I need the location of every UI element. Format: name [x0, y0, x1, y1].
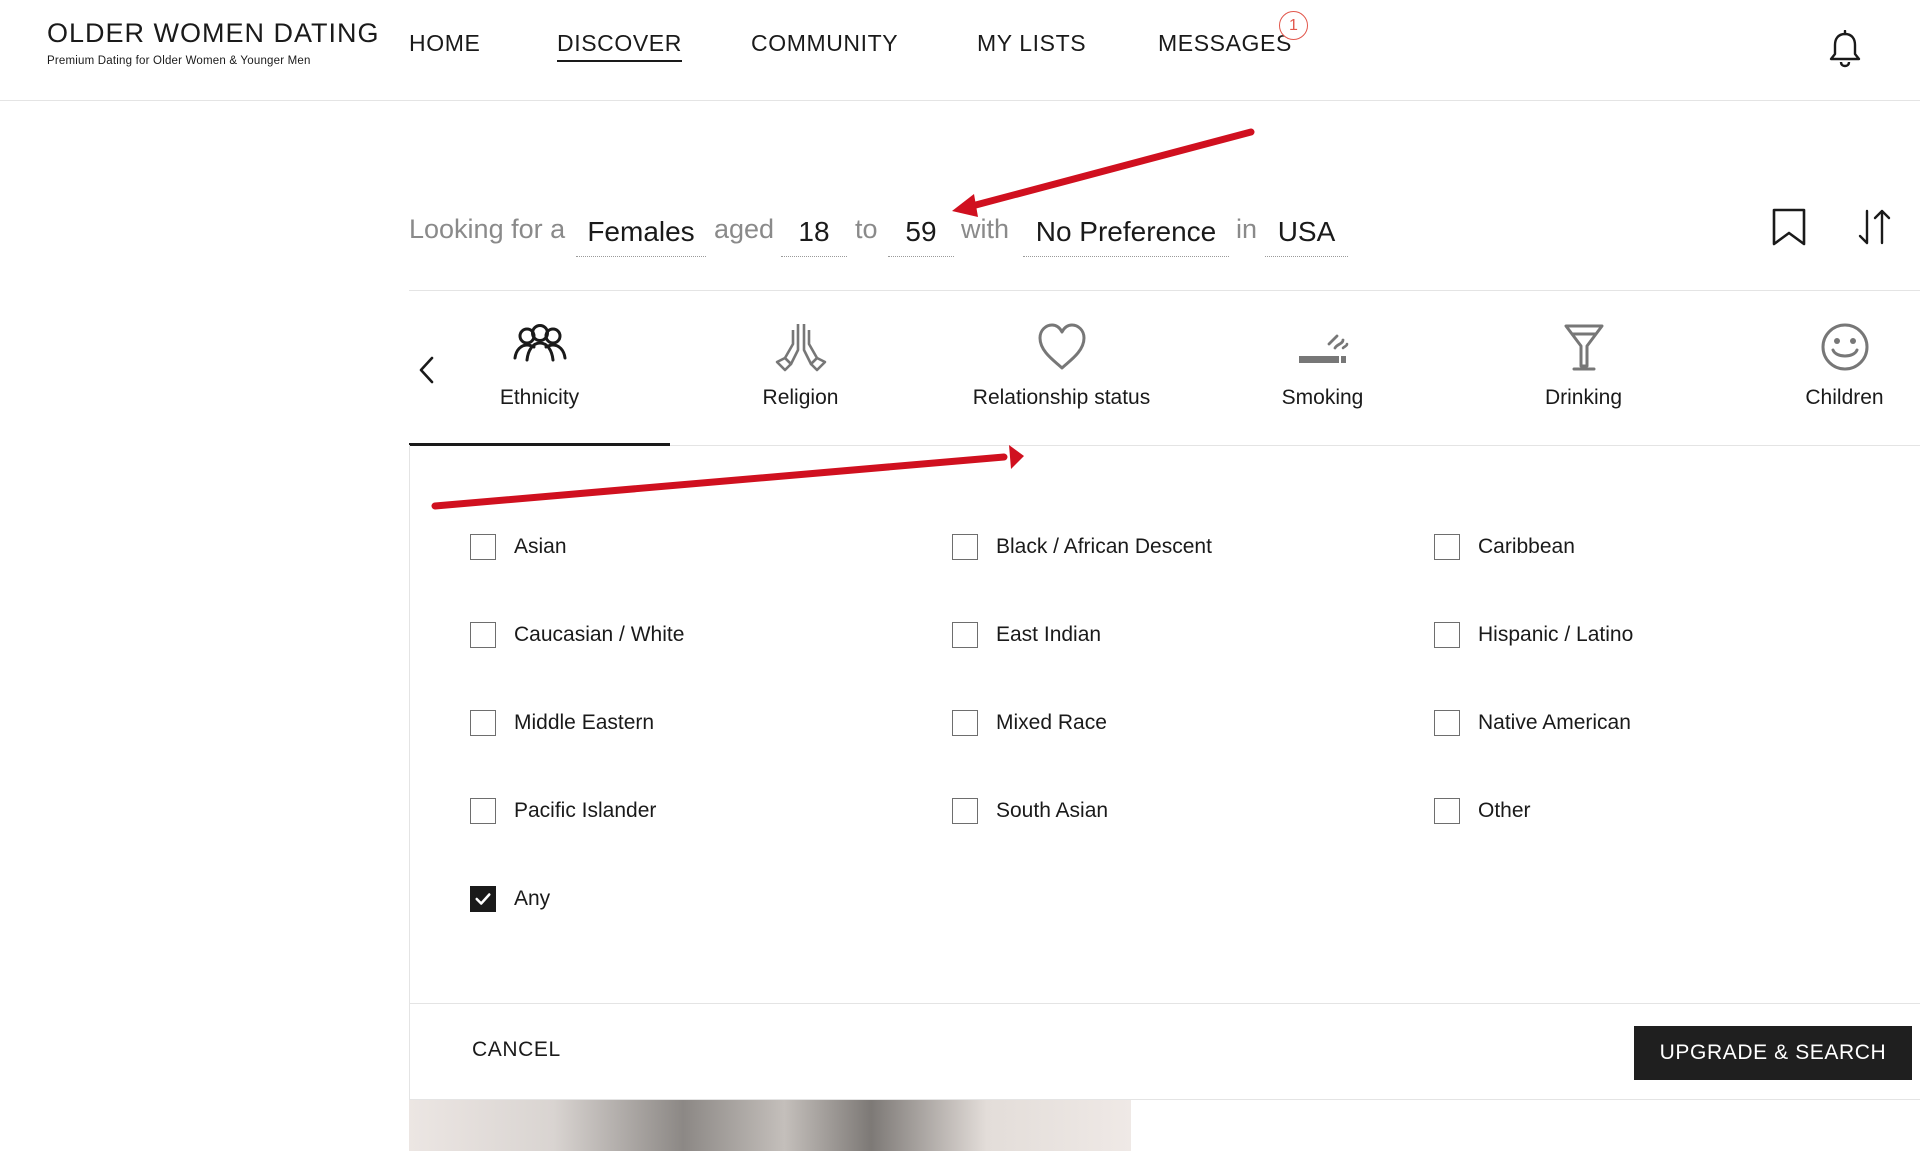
option-south-asian[interactable]: South Asian — [952, 796, 1108, 826]
nav-item-my-lists[interactable]: MY LISTS — [977, 30, 1086, 57]
option-middle-eastern[interactable]: Middle Eastern — [470, 708, 654, 738]
age-min-select[interactable]: 18 — [781, 210, 847, 257]
option-label: East Indian — [996, 623, 1102, 646]
cigarette-icon — [1298, 334, 1348, 363]
checkbox[interactable] — [952, 534, 978, 560]
tab-children[interactable]: Children — [1714, 320, 1920, 445]
brand-title: OLDER WOMEN DATING — [47, 18, 380, 48]
checkbox[interactable] — [952, 798, 978, 824]
profile-photo-preview — [409, 1100, 1131, 1151]
heart-icon — [1038, 323, 1085, 370]
checkbox[interactable] — [1434, 798, 1460, 824]
tab-label-drinking: Drinking — [1544, 386, 1623, 409]
option-label: Pacific Islander — [514, 799, 657, 822]
aged-label: aged — [714, 214, 775, 244]
search-divider — [409, 290, 1920, 291]
panel-border — [409, 445, 410, 1100]
tab-label-children: Children — [1805, 386, 1884, 409]
annotation-arrowhead-2 — [1009, 445, 1024, 469]
age-max-select[interactable]: 59 — [888, 210, 954, 257]
checkbox[interactable] — [470, 710, 496, 736]
tab-label-religion: Religion — [762, 386, 839, 409]
option-caribbean[interactable]: Caribbean — [1434, 532, 1575, 562]
option-label: Native American — [1478, 711, 1631, 734]
option-label: Black / African Descent — [996, 535, 1212, 558]
tab-ethnicity[interactable]: Ethnicity — [409, 320, 670, 445]
nav-item-messages[interactable]: MESSAGES — [1158, 30, 1292, 57]
footer-divider — [409, 1003, 1920, 1004]
checkbox[interactable] — [1434, 622, 1460, 648]
tab-smoking[interactable]: Smoking — [1192, 320, 1453, 445]
option-black-african-descent[interactable]: Black / African Descent — [952, 532, 1212, 562]
option-east-indian[interactable]: East Indian — [952, 620, 1101, 650]
option-native-american[interactable]: Native American — [1434, 708, 1631, 738]
looking-for-label: Looking for a — [409, 214, 566, 244]
option-pacific-islander[interactable]: Pacific Islander — [470, 796, 656, 826]
option-hispanic-latino[interactable]: Hispanic / Latino — [1434, 620, 1633, 650]
brand-logo[interactable]: OLDER WOMEN DATING Premium Dating for Ol… — [47, 18, 380, 67]
smiley-icon — [1821, 323, 1868, 371]
top-header: OLDER WOMEN DATING Premium Dating for Ol… — [0, 0, 1920, 101]
checkbox[interactable] — [1434, 534, 1460, 560]
location-select[interactable]: USA — [1265, 210, 1348, 257]
option-label: Middle Eastern — [514, 711, 655, 734]
upgrade-search-button[interactable]: UPGRADE & SEARCH — [1634, 1026, 1912, 1080]
checkbox[interactable] — [1434, 710, 1460, 736]
nav-item-community[interactable]: COMMUNITY — [751, 30, 898, 57]
option-label: Mixed Race — [996, 711, 1107, 734]
sort-icon[interactable] — [1856, 208, 1892, 246]
bell-icon[interactable] — [1828, 30, 1862, 68]
praying-hands-icon — [775, 324, 826, 372]
cocktail-icon — [1564, 324, 1603, 371]
brand-tagline: Premium Dating for Older Women & Younger… — [47, 55, 311, 67]
with-label: with — [961, 214, 1010, 244]
option-label: South Asian — [996, 799, 1109, 822]
people-icon — [513, 324, 566, 362]
tab-drinking[interactable]: Drinking — [1453, 320, 1714, 445]
gender-select[interactable]: Females — [576, 210, 706, 257]
tab-label-smoking: Smoking — [1281, 386, 1364, 409]
tab-label-relationship-status: Relationship status — [972, 386, 1151, 409]
option-label: Any — [514, 887, 551, 910]
option-label: Hispanic / Latino — [1478, 623, 1634, 646]
option-label: Caucasian / White — [514, 623, 685, 646]
checkbox[interactable] — [470, 798, 496, 824]
checkmark-icon — [475, 893, 491, 905]
option-label: Asian — [514, 535, 567, 558]
option-mixed-race[interactable]: Mixed Race — [952, 708, 1107, 738]
option-caucasian-white[interactable]: Caucasian / White — [470, 620, 684, 650]
tab-label-ethnicity: Ethnicity — [499, 386, 580, 409]
active-tab-indicator — [409, 443, 670, 446]
preference-select[interactable]: No Preference — [1023, 210, 1229, 257]
option-other[interactable]: Other — [1434, 796, 1531, 826]
search-sentence: Looking for a Females aged 18 to 59 with… — [409, 210, 1349, 260]
cancel-button[interactable]: CANCEL — [472, 1038, 561, 1062]
annotation-arrow-line-1 — [968, 128, 1255, 210]
to-label: to — [855, 214, 878, 244]
checkbox-checked[interactable] — [470, 886, 496, 912]
tab-religion[interactable]: Religion — [670, 320, 931, 445]
nav-item-discover[interactable]: DISCOVER — [557, 30, 682, 62]
in-label: in — [1236, 214, 1258, 244]
checkbox[interactable] — [470, 534, 496, 560]
option-label: Other — [1478, 799, 1531, 822]
option-asian[interactable]: Asian — [470, 532, 567, 562]
checkbox[interactable] — [952, 622, 978, 648]
bookmark-icon[interactable] — [1771, 208, 1807, 246]
annotation-arrows — [431, 128, 1255, 510]
checkbox[interactable] — [470, 622, 496, 648]
messages-count-badge: 1 — [1279, 11, 1308, 40]
tab-relationship-status[interactable]: Relationship status — [931, 320, 1192, 445]
checkbox[interactable] — [952, 710, 978, 736]
option-label: Caribbean — [1478, 535, 1575, 558]
nav-item-home[interactable]: HOME — [409, 30, 480, 57]
option-any[interactable]: Any — [470, 884, 550, 914]
annotation-arrow-line-2 — [431, 453, 1008, 510]
